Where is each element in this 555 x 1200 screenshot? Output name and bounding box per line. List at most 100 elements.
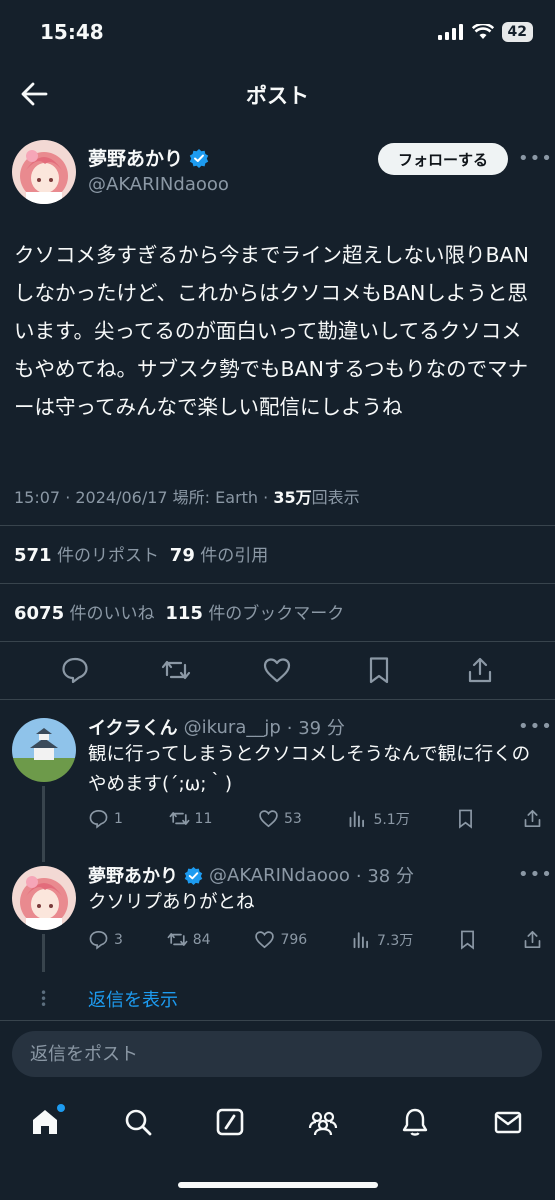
analytics-icon: [353, 932, 369, 949]
like-stat[interactable]: 6075 件のいいね: [14, 603, 155, 624]
verified-badge-icon: [184, 866, 203, 885]
like-bookmark-stats: 6075 件のいいね 115 件のブックマーク: [14, 599, 344, 624]
analytics-icon: [350, 811, 365, 828]
author-handle[interactable]: @AKARINdaooo: [88, 174, 229, 195]
quote-count: 79: [169, 545, 195, 566]
repost-icon: [169, 812, 189, 825]
view-count: 5.1万: [373, 811, 410, 828]
like-label: 件のいいね: [69, 604, 155, 624]
reply-author-name[interactable]: 夢野あかり: [88, 862, 178, 888]
status-icons: 42: [437, 22, 533, 42]
reply-text: クソリプありがとね: [88, 892, 255, 913]
share-icon[interactable]: [465, 655, 495, 685]
reply-header: イクラくん @ikura__jp · 39 分: [88, 714, 345, 740]
author-name-row[interactable]: 夢野あかり: [88, 144, 209, 171]
messages-icon: [494, 1111, 521, 1134]
communities-icon: [308, 1111, 337, 1136]
tab-communities[interactable]: [307, 1106, 341, 1140]
tab-home[interactable]: [29, 1104, 66, 1140]
reply-count: 1: [114, 810, 123, 827]
repost-count: 571: [14, 545, 52, 566]
like-icon[interactable]: [262, 655, 292, 685]
repost-icon[interactable]: [161, 655, 191, 685]
reply-header: 夢野あかり @AKARINdaooo · 38 分: [88, 862, 414, 888]
view-count: 7.3万: [377, 932, 414, 949]
repost-button[interactable]: 84: [167, 929, 211, 950]
follow-button[interactable]: フォローする: [378, 143, 508, 175]
bookmark-icon: [459, 809, 473, 829]
reply-author-handle[interactable]: @AKARINdaooo: [209, 865, 350, 886]
repost-stat[interactable]: 571 件のリポスト: [14, 545, 159, 566]
like-icon: [259, 810, 278, 828]
reply-count: 3: [114, 931, 123, 948]
post-action-bar: [0, 655, 555, 685]
tab-search[interactable]: [122, 1106, 156, 1140]
like-count: 6075: [14, 603, 65, 624]
reply-input[interactable]: [12, 1031, 542, 1077]
cellular-signal-icon: [437, 24, 463, 40]
repost-button[interactable]: 11: [169, 808, 213, 829]
divider: [0, 641, 555, 642]
page-title: ポスト: [246, 84, 309, 108]
more-options-icon[interactable]: •••: [518, 148, 553, 169]
reply-button[interactable]: 1: [88, 808, 123, 829]
reply-icon: [89, 930, 108, 950]
reply-author-handle[interactable]: @ikura__jp: [184, 717, 281, 738]
divider: [0, 583, 555, 584]
bookmark-count: 115: [165, 603, 203, 624]
quote-label: 件の引用: [200, 546, 269, 566]
tab-messages[interactable]: [492, 1106, 526, 1140]
share-button[interactable]: [522, 929, 543, 950]
bookmark-label: 件のブックマーク: [208, 604, 345, 624]
reply-icon: [89, 809, 108, 829]
views-button[interactable]: 7.3万: [351, 929, 413, 950]
like-icon: [255, 931, 275, 949]
thread-line: [42, 786, 45, 862]
view-count: 35万: [273, 488, 312, 507]
reply-avatar[interactable]: [12, 866, 76, 930]
divider: [0, 525, 555, 526]
thread-line: [42, 934, 45, 972]
bookmark-icon[interactable]: [364, 655, 394, 685]
thread-continuation-dots: • • •: [40, 986, 48, 1012]
more-options-icon[interactable]: •••: [518, 864, 553, 885]
author-avatar[interactable]: [12, 140, 76, 204]
post-text: クソコメ多すぎるから今までライン超えしない限りBANしなかったけど、これからはク…: [14, 243, 529, 419]
repost-count: 11: [194, 810, 213, 827]
reply-action-bar: 3 84 796 7.3万: [88, 929, 543, 950]
tab-notifications[interactable]: [399, 1106, 433, 1140]
like-button[interactable]: 53: [258, 808, 302, 829]
reply-author-name[interactable]: イクラくん: [88, 714, 178, 740]
reply-icon[interactable]: [60, 655, 90, 685]
divider: [0, 699, 555, 700]
show-replies-link[interactable]: 返信を表示: [88, 986, 178, 1012]
bookmark-button[interactable]: [455, 808, 476, 829]
wifi-icon: [471, 24, 494, 39]
repost-icon: [167, 933, 188, 946]
repost-label: 件のリポスト: [56, 546, 159, 566]
home-icon: [33, 1110, 58, 1134]
author-name[interactable]: 夢野あかり: [88, 144, 183, 171]
status-time: 15:48: [40, 20, 104, 44]
reply-text: 観に行ってしまうとクソコメしそうなんで観に行くのやめます(´;ω;｀): [88, 744, 531, 795]
grok-icon: [216, 1108, 244, 1136]
more-options-icon[interactable]: •••: [518, 716, 553, 737]
views-button[interactable]: 5.1万: [347, 808, 410, 829]
post-timestamp: 15:07 · 2024/06/17 場所: Earth ·: [14, 488, 274, 507]
bookmark-button[interactable]: [457, 929, 478, 950]
bookmark-stat[interactable]: 115 件のブックマーク: [165, 603, 345, 624]
like-count: 53: [284, 810, 302, 827]
reply-time: · 38 分: [355, 866, 414, 887]
quote-stat[interactable]: 79 件の引用: [169, 545, 269, 566]
tab-grok[interactable]: [214, 1106, 248, 1140]
like-button[interactable]: 796: [254, 929, 307, 950]
home-notification-dot: [57, 1104, 66, 1112]
like-count: 796: [280, 931, 308, 948]
home-indicator: [178, 1182, 378, 1188]
reply-avatar[interactable]: [12, 718, 76, 782]
reply-button[interactable]: 3: [88, 929, 123, 950]
repost-quote-stats: 571 件のリポスト 79 件の引用: [14, 541, 268, 566]
share-button[interactable]: [522, 808, 543, 829]
post-meta: 15:07 · 2024/06/17 場所: Earth · 35万回表示: [14, 484, 360, 508]
reply-action-bar: 1 11 53 5.1万: [88, 808, 543, 829]
